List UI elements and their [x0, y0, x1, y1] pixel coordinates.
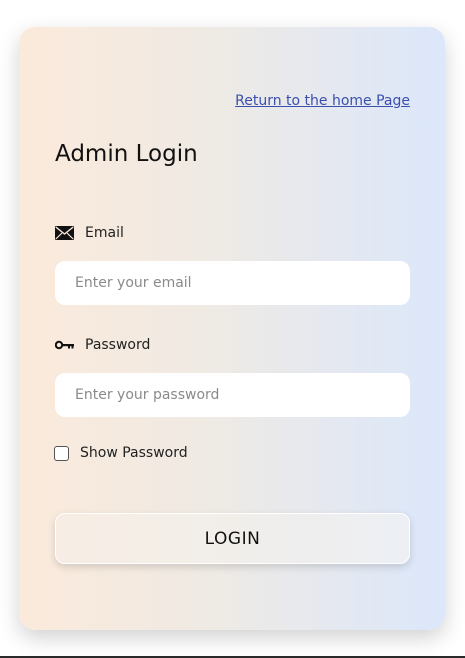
show-password-label: Show Password: [80, 445, 188, 461]
login-button[interactable]: LOGIN: [55, 513, 410, 564]
password-label: Password: [55, 337, 150, 353]
key-icon: [55, 337, 74, 353]
email-label-text: Email: [85, 225, 124, 241]
envelope-icon: [55, 225, 74, 241]
password-label-text: Password: [85, 337, 151, 353]
page-title: Admin Login: [55, 141, 198, 167]
page: Return to the home Page Admin Login Emai…: [0, 0, 465, 658]
email-label: Email: [55, 225, 124, 241]
show-password-checkbox[interactable]: [54, 445, 69, 461]
show-password-row[interactable]: Show Password: [54, 445, 188, 461]
home-link[interactable]: Return to the home Page: [235, 93, 410, 109]
login-card: Return to the home Page Admin Login Emai…: [19, 27, 445, 630]
email-input[interactable]: [55, 261, 410, 305]
password-input[interactable]: [55, 373, 410, 417]
